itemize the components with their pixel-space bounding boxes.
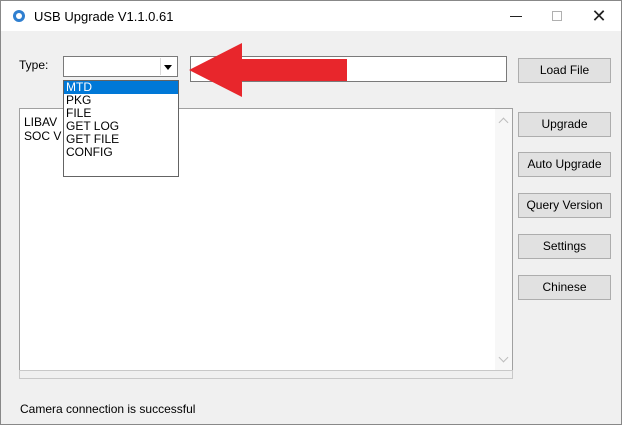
app-window: USB Upgrade V1.1.0.61 ✕ Type: Load File … — [0, 0, 622, 425]
query-version-button[interactable]: Query Version — [518, 193, 611, 218]
minimize-button[interactable] — [496, 1, 536, 31]
upgrade-button[interactable]: Upgrade — [518, 112, 611, 137]
type-select[interactable] — [63, 56, 178, 77]
scroll-up-icon[interactable] — [498, 117, 509, 128]
log-text: LIBAVn : SOC V56 — [24, 115, 168, 143]
chinese-button[interactable]: Chinese — [518, 275, 611, 300]
load-file-button[interactable]: Load File — [518, 58, 611, 83]
status-text: Camera connection is successful — [20, 402, 196, 416]
maximize-button[interactable] — [537, 1, 577, 31]
maximize-icon — [552, 11, 562, 21]
minimize-icon — [510, 16, 522, 17]
red-arrow-annotation — [189, 43, 347, 97]
vertical-scrollbar[interactable] — [495, 109, 512, 371]
close-button[interactable]: ✕ — [579, 1, 619, 31]
app-icon — [13, 10, 25, 22]
chevron-down-icon[interactable] — [160, 58, 176, 75]
title-bar[interactable]: USB Upgrade V1.1.0.61 ✕ — [1, 1, 621, 31]
scroll-down-icon[interactable] — [498, 352, 509, 363]
close-icon: ✕ — [591, 6, 607, 26]
settings-button[interactable]: Settings — [518, 234, 611, 259]
log-line-2: SOC V — [24, 129, 62, 143]
auto-upgrade-button[interactable]: Auto Upgrade — [518, 152, 611, 177]
type-dropdown-list[interactable]: MTD PKG FILE GET LOG GET FILE CONFIG — [63, 80, 179, 177]
horizontal-scrollbar[interactable] — [19, 370, 513, 379]
window-title: USB Upgrade V1.1.0.61 — [34, 9, 174, 24]
dropdown-item-config[interactable]: CONFIG — [64, 146, 178, 159]
type-label: Type: — [19, 58, 49, 72]
log-line-1: LIBAV — [24, 115, 58, 129]
